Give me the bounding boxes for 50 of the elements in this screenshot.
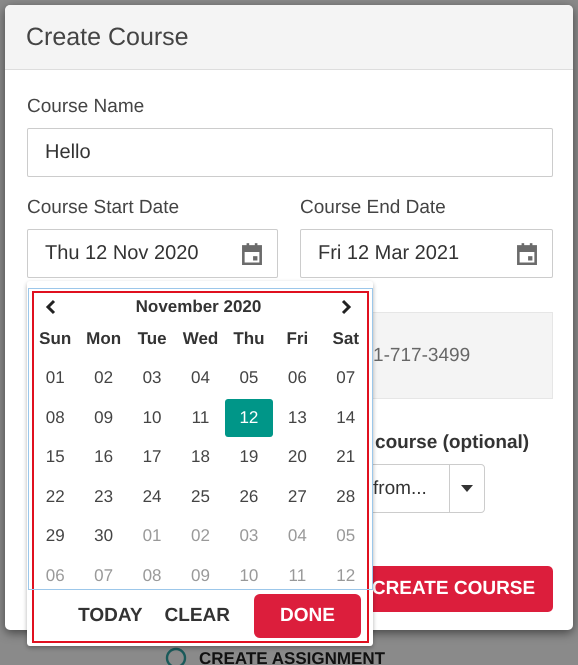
- weekday-label: Tue: [138, 328, 167, 349]
- month-title: November 2020: [136, 297, 262, 317]
- calendar-day[interactable]: 24: [128, 478, 176, 516]
- weekday-label: Wed: [182, 328, 218, 349]
- field-label: Course Name: [27, 96, 146, 118]
- calendar-icon[interactable]: [239, 240, 265, 266]
- calendar-day[interactable]: 22: [31, 478, 80, 516]
- calendar-day[interactable]: 11: [176, 398, 224, 437]
- calendar-day[interactable]: 15: [31, 438, 80, 476]
- calendar-day[interactable]: 07: [322, 359, 370, 398]
- calendar-day[interactable]: 04: [176, 359, 224, 398]
- create-assignment-link[interactable]: CREATE ASSIGNMENT: [199, 650, 386, 665]
- calendar-day[interactable]: 19: [224, 438, 273, 476]
- next-month-icon[interactable]: [340, 299, 352, 315]
- calendar-day[interactable]: 13: [273, 398, 322, 437]
- calendar-day[interactable]: 14: [322, 398, 370, 437]
- calendar-day[interactable]: 16: [80, 438, 128, 476]
- done-button[interactable]: DONE: [254, 594, 361, 638]
- weekday-label: Thu: [233, 328, 264, 349]
- calendar-day[interactable]: 25: [176, 478, 224, 516]
- calendar-day[interactable]: 18: [176, 438, 224, 476]
- calendar-day[interactable]: 05: [224, 359, 273, 398]
- calendar-day[interactable]: 09: [80, 398, 128, 437]
- calendar-day[interactable]: 30: [80, 517, 128, 556]
- calendar-day[interactable]: 10: [128, 398, 176, 437]
- end-date-field[interactable]: Fri 12 Mar 2021: [300, 229, 553, 278]
- calendar-day[interactable]: 17: [128, 438, 176, 476]
- calendar-icon[interactable]: [514, 240, 540, 266]
- previous-month-icon[interactable]: [45, 299, 57, 315]
- weekday-label: Sat: [332, 328, 359, 349]
- course-name-field[interactable]: Hello: [27, 128, 553, 177]
- calendar-day[interactable]: 23: [80, 478, 128, 516]
- calendar-day[interactable]: 12: [224, 398, 273, 437]
- text-button[interactable]: TODAY: [70, 599, 151, 633]
- text-button[interactable]: CLEAR: [156, 599, 238, 633]
- field-label: Course End Date: [300, 197, 447, 219]
- dialog-title: Create Course: [26, 22, 189, 52]
- calendar-day[interactable]: 03: [128, 359, 176, 398]
- calendar-day[interactable]: 29: [31, 517, 80, 556]
- weekday-label: Mon: [86, 328, 122, 349]
- calendar-day[interactable]: 26: [224, 478, 273, 516]
- calendar-day[interactable]: 08: [31, 398, 80, 437]
- field-label: Course Start Date: [27, 197, 180, 219]
- calendar-day[interactable]: 02: [80, 359, 128, 398]
- weekday-label: Sun: [39, 328, 72, 349]
- caret-icon: [461, 485, 473, 492]
- field-label: course (optional): [374, 432, 530, 454]
- calendar-day[interactable]: 01: [31, 359, 80, 398]
- calendar-day[interactable]: 28: [322, 478, 370, 516]
- start-date-field[interactable]: Thu 12 Nov 2020: [27, 229, 278, 278]
